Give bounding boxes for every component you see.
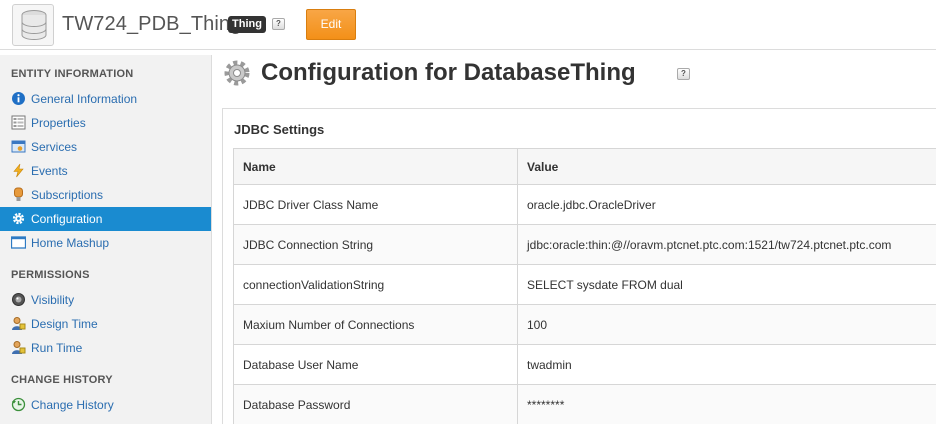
sidebar-item-configuration[interactable]: Configuration [0, 207, 211, 231]
sidebar-item-subscriptions[interactable]: Subscriptions [0, 183, 211, 207]
mashup-icon [11, 236, 26, 249]
sidebar-heading-change-history: CHANGE HISTORY [11, 374, 113, 386]
change-history-icon [11, 397, 26, 412]
row-value-cell: twadmin [517, 344, 936, 385]
gear-icon [224, 60, 250, 86]
page-title: Configuration for DatabaseThing [261, 59, 636, 86]
sidebar-item-label: Design Time [31, 317, 98, 331]
column-header-value[interactable]: Value [517, 148, 936, 185]
entity-header: TW724_PDB_Thing Thing ? Edit [0, 0, 936, 50]
entity-title: TW724_PDB_Thing [62, 13, 242, 35]
sidebar-item-visibility[interactable]: Visibility [0, 288, 211, 312]
gear-icon [12, 212, 25, 225]
sidebar-item-label: Properties [31, 116, 86, 130]
sidebar-item-general-information[interactable]: General Information [0, 87, 211, 111]
row-value-cell: oracle.jdbc.OracleDriver [517, 184, 936, 225]
row-name-cell: Database User Name [233, 344, 518, 385]
sidebar-item-label: Configuration [31, 212, 103, 226]
configuration-table: Name Value JDBC Driver Class Name oracle… [233, 148, 936, 424]
row-value-cell: jdbc:oracle:thin:@//oravm.ptcnet.ptc.com… [517, 224, 936, 265]
sidebar-item-events[interactable]: Events [0, 159, 211, 183]
row-value-cell: SELECT sysdate FROM dual [517, 264, 936, 305]
help-icon[interactable]: ? [677, 68, 690, 80]
entity-type-badge: Thing [228, 16, 266, 33]
edit-button[interactable]: Edit [306, 9, 356, 40]
table-header-row: Name Value [233, 148, 936, 185]
visibility-icon [12, 293, 25, 306]
sidebar-item-label: General Information [31, 92, 138, 106]
table-row[interactable]: connectionValidationString SELECT sysdat… [233, 264, 936, 305]
row-name-cell: Maxium Number of Connections [233, 304, 518, 345]
sidebar-item-change-history[interactable]: Change History [0, 393, 211, 417]
row-value-cell: ******** [517, 384, 936, 424]
sidebar: ENTITY INFORMATION General Information P… [0, 55, 212, 424]
table-row[interactable]: JDBC Connection String jdbc:oracle:thin:… [233, 224, 936, 265]
sidebar-item-home-mashup[interactable]: Home Mashup [0, 231, 211, 255]
row-name-cell: Database Password [233, 384, 518, 424]
sidebar-item-label: Home Mashup [31, 236, 110, 250]
table-row[interactable]: Database Password ******** [233, 384, 936, 424]
design-time-icon [12, 317, 26, 330]
panel-title: JDBC Settings [234, 122, 325, 137]
sidebar-item-label: Events [31, 164, 68, 178]
lightning-icon [13, 163, 24, 178]
sidebar-item-design-time[interactable]: Design Time [0, 312, 211, 336]
sidebar-item-label: Run Time [31, 341, 83, 355]
run-time-icon [12, 341, 26, 354]
row-name-cell: JDBC Driver Class Name [233, 184, 518, 225]
help-icon[interactable]: ? [272, 18, 285, 30]
services-icon [11, 140, 26, 153]
properties-icon [11, 115, 26, 130]
database-icon [12, 4, 54, 46]
sidebar-item-label: Subscriptions [31, 188, 104, 202]
sidebar-item-label: Visibility [31, 293, 75, 307]
sidebar-item-services[interactable]: Services [0, 135, 211, 159]
table-row[interactable]: Maxium Number of Connections 100 [233, 304, 936, 345]
sidebar-heading-permissions: PERMISSIONS [11, 269, 90, 281]
sidebar-item-properties[interactable]: Properties [0, 111, 211, 135]
table-row[interactable]: JDBC Driver Class Name oracle.jdbc.Oracl… [233, 184, 936, 225]
table-row[interactable]: Database User Name twadmin [233, 344, 936, 385]
column-header-name[interactable]: Name [233, 148, 518, 185]
subscriptions-icon [14, 187, 23, 201]
sidebar-item-run-time[interactable]: Run Time [0, 336, 211, 360]
info-icon [12, 92, 25, 105]
sidebar-heading-entity-information: ENTITY INFORMATION [11, 68, 134, 80]
sidebar-item-label: Services [31, 140, 78, 154]
row-name-cell: JDBC Connection String [233, 224, 518, 265]
sidebar-item-label: Change History [31, 398, 114, 412]
row-value-cell: 100 [517, 304, 936, 345]
row-name-cell: connectionValidationString [233, 264, 518, 305]
